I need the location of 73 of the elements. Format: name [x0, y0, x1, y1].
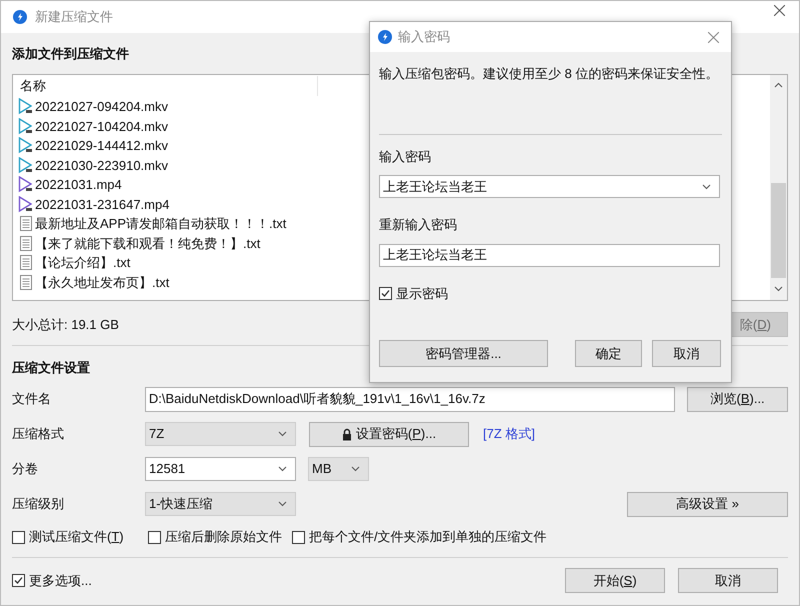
video-file-icon [18, 156, 34, 174]
close-icon[interactable] [708, 32, 719, 42]
checkbox[interactable] [292, 530, 305, 544]
text-file-icon [18, 274, 34, 291]
text-file-icon [18, 234, 34, 252]
app-logo-icon [378, 30, 392, 44]
set-password-button[interactable]: 设置密码(P)... [309, 422, 469, 446]
lock-icon [342, 428, 352, 440]
dialog-title: 输入密码 [398, 28, 450, 46]
section-title: 压缩文件设置 [12, 359, 91, 377]
checkbox-label[interactable]: 显示密码 [396, 284, 448, 303]
scrollbar-thumb[interactable] [771, 183, 786, 278]
file-name-field[interactable]: D:\BaiduNetdiskDownload\听者貌貌_191v\1_16v\1_16v.7z [144, 386, 676, 412]
video-file-icon [18, 98, 34, 116]
text-file-icon [18, 254, 34, 272]
caret-icon [702, 184, 711, 190]
checkbox-label[interactable]: 更多选项... [29, 570, 92, 590]
file-name[interactable]: 20221031.mp4 [35, 175, 122, 194]
video-file-icon [18, 118, 34, 135]
file-name[interactable]: 20221029-144412.mkv [35, 136, 168, 156]
start-button[interactable]: 开始(S) [565, 568, 665, 593]
scroll-up-icon[interactable] [774, 82, 783, 88]
checkbox-label[interactable]: 测试压缩文件(T) [29, 527, 124, 547]
caret-icon [278, 501, 287, 507]
caret-icon [351, 466, 360, 472]
field-label: 分卷 [12, 460, 39, 478]
repeat-password-field[interactable]: 上老王论坛当老王 [379, 244, 720, 266]
text-file-icon [18, 215, 34, 232]
format-select[interactable]: 7Z [145, 422, 296, 446]
ok-button[interactable]: 确定 [575, 340, 642, 367]
field-label: 文件名 [12, 390, 52, 408]
section-title: 添加文件到压缩文件 [12, 45, 130, 63]
total-size: 大小总计: 19.1 GB [12, 316, 119, 334]
scrollbar[interactable] [770, 75, 787, 300]
checkbox[interactable] [379, 286, 392, 300]
column-header[interactable]: 名称 [18, 76, 318, 96]
file-name[interactable]: 最新地址及APP请发邮箱自动获取！！！.txt [35, 214, 286, 234]
checkbox-label[interactable]: 把每个文件/文件夹添加到单独的压缩文件 [309, 527, 547, 547]
level-select[interactable]: 1-快速压缩 [145, 492, 296, 516]
format-link[interactable]: [7Z 格式] [483, 424, 536, 444]
file-name[interactable]: 【来了就能下载和观看！纯免费！】.txt [35, 234, 260, 253]
video-file-icon [18, 176, 34, 194]
close-icon[interactable] [774, 4, 785, 16]
field-label: 压缩格式 [12, 425, 65, 444]
checkbox-label[interactable]: 压缩后删除原始文件 [165, 527, 282, 547]
file-name[interactable]: 20221031-231647.mp4 [35, 194, 170, 214]
video-file-icon [18, 137, 34, 154]
browse-button[interactable]: 浏览(B)... [687, 386, 788, 412]
app-logo-icon [13, 10, 27, 24]
window-title: 新建压缩文件 [35, 8, 113, 26]
file-name[interactable]: 20221027-094204.mkv [35, 97, 168, 116]
file-name[interactable]: 【论坛介绍】.txt [35, 253, 130, 272]
scroll-down-icon[interactable] [774, 286, 783, 292]
video-file-icon [18, 196, 34, 213]
file-name[interactable]: 20221030-223910.mkv [35, 156, 168, 175]
field-label: 压缩级别 [12, 495, 65, 514]
field-label: 重新输入密码 [379, 216, 458, 234]
unit-select[interactable]: MB [308, 457, 369, 481]
cancel-button[interactable]: 取消 [678, 568, 778, 593]
file-name[interactable]: 【永久地址发布页】.txt [35, 272, 170, 292]
cancel-button[interactable]: 取消 [652, 340, 721, 367]
advanced-settings-button[interactable]: 高级设置 » [627, 492, 788, 516]
dialog-message: 输入压缩包密码。建议使用至少 8 位的密码来保证安全性。 [379, 65, 720, 83]
file-name[interactable]: 20221027-104204.mkv [35, 116, 168, 136]
checkbox[interactable] [12, 574, 25, 587]
field-label: 输入密码 [379, 148, 432, 166]
caret-icon [278, 431, 287, 437]
split-size-combo[interactable]: 12581 [145, 457, 296, 481]
password-combo[interactable]: 上老王论坛当老王 [379, 175, 720, 198]
caret-icon [278, 466, 287, 472]
checkbox[interactable] [12, 530, 25, 544]
checkbox[interactable] [148, 530, 161, 544]
password-manager-button[interactable]: 密码管理器... [379, 340, 548, 367]
